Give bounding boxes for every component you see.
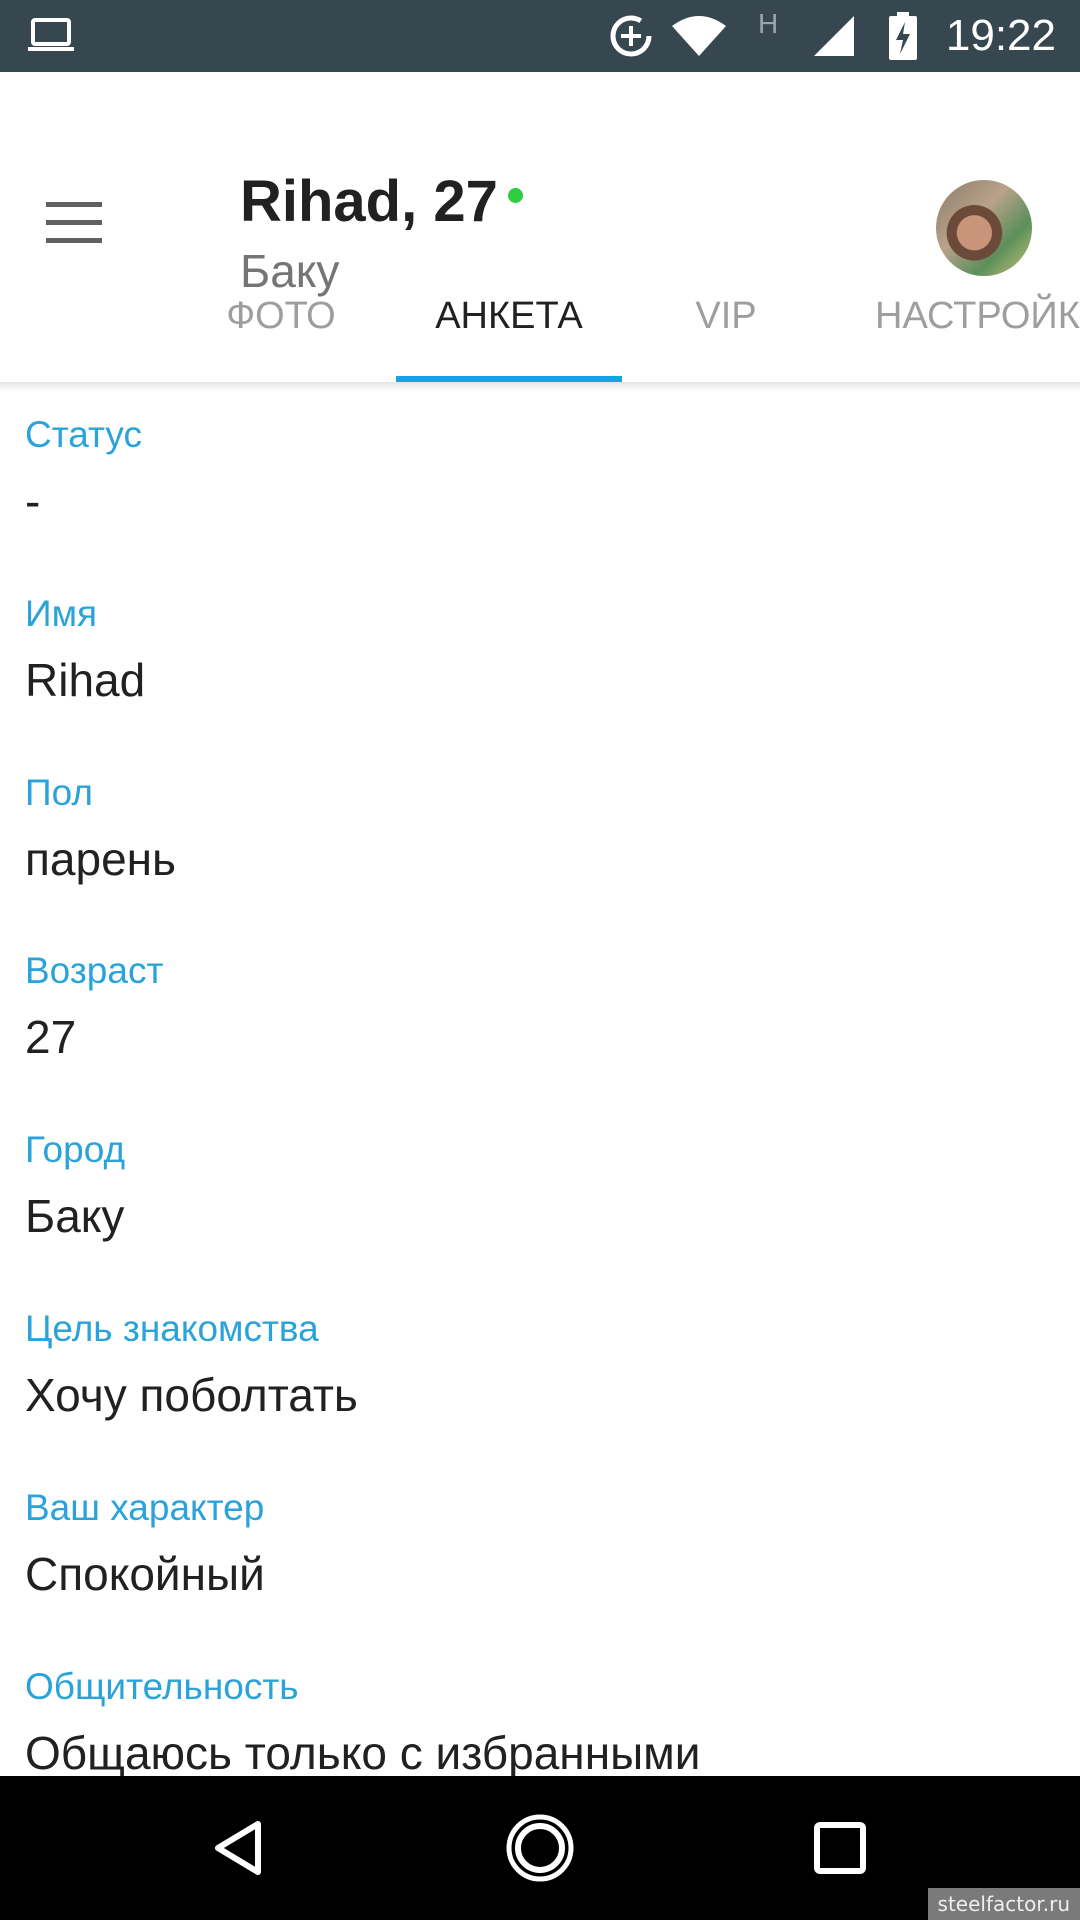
hamburger-menu-icon[interactable] [46, 202, 108, 246]
field-label: Общительность [25, 1666, 299, 1707]
field-value: Хочу поболтать [25, 1369, 358, 1421]
battery-charging-icon [888, 0, 918, 72]
field-label: Цель знакомства [25, 1308, 319, 1349]
field-label: Город [25, 1129, 126, 1170]
field-gender: Пол парень [25, 772, 176, 886]
profile-fields-list[interactable]: Статус - Имя Rihad Пол парень Возраст 27… [0, 392, 1080, 1776]
data-saver-icon [608, 0, 654, 72]
tab-bar: ФОТО АНКЕТА VIP НАСТРОЙК [0, 280, 1080, 382]
header-shadow [0, 382, 1080, 392]
back-triangle-icon[interactable] [180, 1776, 300, 1920]
tab-profile[interactable]: АНКЕТА [396, 280, 622, 382]
watermark: steelfactor.ru [927, 1888, 1080, 1920]
field-label: Пол [25, 772, 93, 813]
system-nav-bar: steelfactor.ru [0, 1776, 1080, 1920]
field-status: Статус - [25, 414, 142, 528]
signal-icon [812, 0, 856, 72]
field-value: парень [25, 833, 177, 885]
field-character: Ваш характер Спокойный [25, 1487, 265, 1601]
profile-name: Rihad, 27 [240, 169, 498, 234]
tab-photo[interactable]: ФОТО [196, 280, 366, 382]
field-value: Общаюсь только с избранными [25, 1727, 701, 1776]
field-value: Баку [25, 1190, 125, 1242]
field-value: Спокойный [25, 1548, 265, 1600]
clock: 19:22 [945, 11, 1056, 60]
recents-square-icon[interactable] [780, 1776, 900, 1920]
field-value: Rihad [25, 654, 146, 706]
field-name: Имя Rihad [25, 593, 145, 707]
name-row: Rihad, 27 [240, 168, 523, 235]
field-value: - [25, 475, 41, 527]
field-label: Статус [25, 414, 142, 455]
tab-vip[interactable]: VIP [656, 280, 796, 382]
field-label: Имя [25, 593, 98, 634]
field-label: Возраст [25, 950, 164, 991]
network-h-icon: H [758, 8, 779, 39]
field-dating-goal: Цель знакомства Хочу поболтать [25, 1308, 358, 1422]
online-status-dot [507, 188, 523, 203]
laptop-icon [26, 0, 76, 72]
field-label: Ваш характер [25, 1487, 265, 1528]
field-city: Город Баку [25, 1129, 125, 1243]
wifi-icon [670, 0, 728, 72]
tab-settings[interactable]: НАСТРОЙК [860, 280, 1080, 382]
field-age: Возраст 27 [25, 950, 163, 1064]
home-circle-icon[interactable] [480, 1776, 600, 1920]
avatar[interactable] [936, 180, 1032, 276]
field-sociability: Общительность Общаюсь только с избранным… [25, 1666, 701, 1776]
field-value: 27 [25, 1011, 77, 1063]
status-bar: H 19:22 [0, 0, 1080, 72]
